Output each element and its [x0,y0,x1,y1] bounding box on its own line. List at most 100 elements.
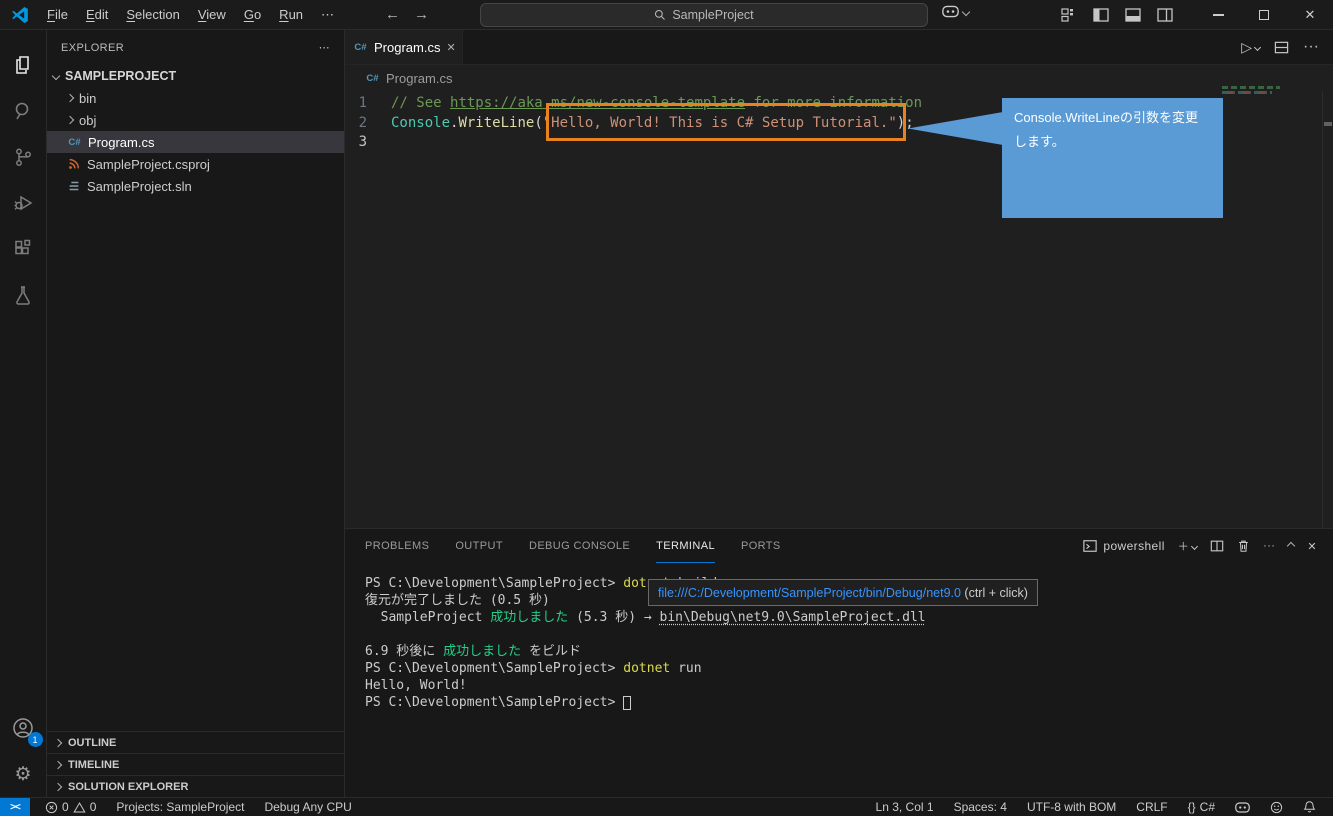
toggle-panel-icon[interactable] [1125,7,1141,23]
toggle-primary-sidebar-icon[interactable] [1093,7,1109,23]
chevron-down-icon [51,71,61,81]
terminal-file-link[interactable]: bin\Debug\net9.0\SampleProject.dll [660,610,926,625]
copilot-status[interactable] [1228,798,1257,816]
go-forward-icon[interactable]: → [414,6,429,23]
terminal-line: SampleProject 成功しました (5.3 秒) → bin\Debug… [365,610,926,625]
explorer-more-actions-icon[interactable]: ⋯ [319,41,330,54]
tree-item-obj[interactable]: obj [47,109,344,131]
editor-more-actions-icon[interactable]: ··· [1303,38,1319,56]
menu-go[interactable]: Go [235,3,270,26]
menu-more-icon[interactable]: ⋯ [312,3,343,27]
tree-item-program-cs[interactable]: C# Program.cs [47,131,344,153]
go-back-icon[interactable]: ← [385,6,400,23]
menu-run[interactable]: Run [270,3,312,26]
build-config-status[interactable]: Debug Any CPU [257,798,358,816]
tab-output[interactable]: OUTPUT [455,529,503,563]
tree-item-csproj[interactable]: SampleProject.csproj [47,153,344,175]
minimize-button[interactable] [1195,0,1241,30]
terminal-line: 6.9 秒後に 成功しました をビルド [365,644,581,659]
menu-selection[interactable]: Selection [117,3,188,26]
tab-debug-console[interactable]: DEBUG CONSOLE [529,529,630,563]
close-tab-icon[interactable]: ✕ [446,41,455,54]
testing-view-icon[interactable] [0,272,47,318]
run-button[interactable]: ▷ [1241,39,1262,56]
breadcrumb-label: Program.cs [386,70,453,86]
breadcrumb[interactable]: C# Program.cs [345,65,1333,91]
remote-indicator[interactable]: >< [0,797,30,816]
new-terminal-button[interactable]: ＋ [1177,538,1199,554]
language-mode-status[interactable]: {} C# [1181,798,1222,816]
indentation-status[interactable]: Spaces: 4 [947,798,1014,816]
tooltip-hint: (ctrl + click) [960,585,1028,600]
tab-ports[interactable]: PORTS [741,529,781,563]
section-outline[interactable]: OUTLINE [47,731,344,753]
tab-label: Program.cs [374,39,441,55]
explorer-view-icon[interactable] [0,42,47,88]
error-icon [45,801,58,813]
split-editor-icon[interactable] [1274,40,1289,55]
terminal-instance-tab[interactable]: powershell [1083,539,1164,553]
feedback-icon [1270,801,1283,813]
scrollbar-thumb[interactable] [1324,122,1332,126]
terminal-line: PS C:\Development\SampleProject> dotnet … [365,661,702,676]
file-label: SampleProject.csproj [87,156,210,172]
menu-edit[interactable]: Edit [77,3,117,26]
search-value: SampleProject [672,8,754,22]
terminal-name-label: powershell [1103,539,1165,553]
toggle-secondary-sidebar-icon[interactable] [1157,7,1173,23]
eol-status[interactable]: CRLF [1129,798,1174,816]
source-control-view-icon[interactable] [0,134,47,180]
tree-item-bin[interactable]: bin [47,87,344,109]
projects-status[interactable]: Projects: SampleProject [109,798,251,816]
panel-more-actions-icon[interactable]: ··· [1263,540,1275,552]
copilot-button[interactable] [942,5,971,18]
search-view-icon[interactable] [0,88,47,134]
menu-file[interactable]: File [38,3,77,26]
section-timeline[interactable]: TIMELINE [47,753,344,775]
menu-bar: File Edit Selection View Go Run ⋯ [38,3,343,27]
accounts-button[interactable]: 1 [0,705,47,751]
encoding-status[interactable]: UTF-8 with BOM [1020,798,1123,816]
extensions-view-icon[interactable] [0,226,47,272]
maximize-panel-chevron-icon[interactable] [1287,541,1296,551]
close-panel-icon[interactable]: ✕ [1307,540,1317,553]
editor-group: C# Program.cs ✕ ▷ ··· C# Program.cs 1 //… [345,30,1333,528]
sidebar-sections: OUTLINE TIMELINE SOLUTION EXPLORER [47,731,344,797]
settings-gear-button[interactable]: ⚙ [0,751,47,797]
remote-icon: >< [10,801,21,813]
section-solution-explorer[interactable]: SOLUTION EXPLORER [47,775,344,797]
feedback-status[interactable] [1263,798,1290,816]
vscode-logo-icon [12,6,28,23]
editor-scrollbar[interactable] [1322,91,1333,528]
command-center-search[interactable]: SampleProject [480,3,928,27]
minimap[interactable] [1222,86,1280,96]
copilot-icon [942,5,959,18]
file-tree: SAMPLEPROJECT bin obj C# Program.cs Samp… [47,65,344,731]
menu-view[interactable]: View [189,3,235,26]
terminal-profile-chevron-icon [1191,542,1199,550]
chevron-right-icon [65,115,75,125]
tab-problems[interactable]: PROBLEMS [365,529,429,563]
run-debug-view-icon[interactable] [0,180,47,226]
split-terminal-icon[interactable] [1210,539,1224,553]
tree-item-sln[interactable]: SampleProject.sln [47,175,344,197]
bell-icon [1303,801,1316,813]
run-dropdown-chevron-icon [1253,43,1262,51]
close-window-button[interactable]: ✕ [1287,0,1333,30]
cursor-position-status[interactable]: Ln 3, Col 1 [869,798,941,816]
panel-tab-bar: PROBLEMS OUTPUT DEBUG CONSOLE TERMINAL P… [345,529,1333,563]
plus-icon: ＋ [1177,541,1190,553]
callout-text-line1: Console.WriteLineの引数を変更 [1014,110,1198,125]
tree-root-sampleproject[interactable]: SAMPLEPROJECT [47,65,344,87]
tab-program-cs[interactable]: C# Program.cs ✕ [345,30,463,64]
file-label: SampleProject.sln [87,178,192,194]
close-icon: ✕ [1304,7,1316,22]
tab-terminal[interactable]: TERMINAL [656,529,715,563]
customize-layout-icon[interactable] [1061,7,1077,23]
kill-terminal-trash-icon[interactable] [1237,539,1250,553]
tooltip-link[interactable]: file:///C:/Development/SampleProject/bin… [658,586,961,600]
history-nav: ← → [385,6,429,23]
problems-status[interactable]: 0 0 [38,798,103,816]
notifications-status[interactable] [1296,798,1323,816]
maximize-button[interactable] [1241,0,1287,30]
